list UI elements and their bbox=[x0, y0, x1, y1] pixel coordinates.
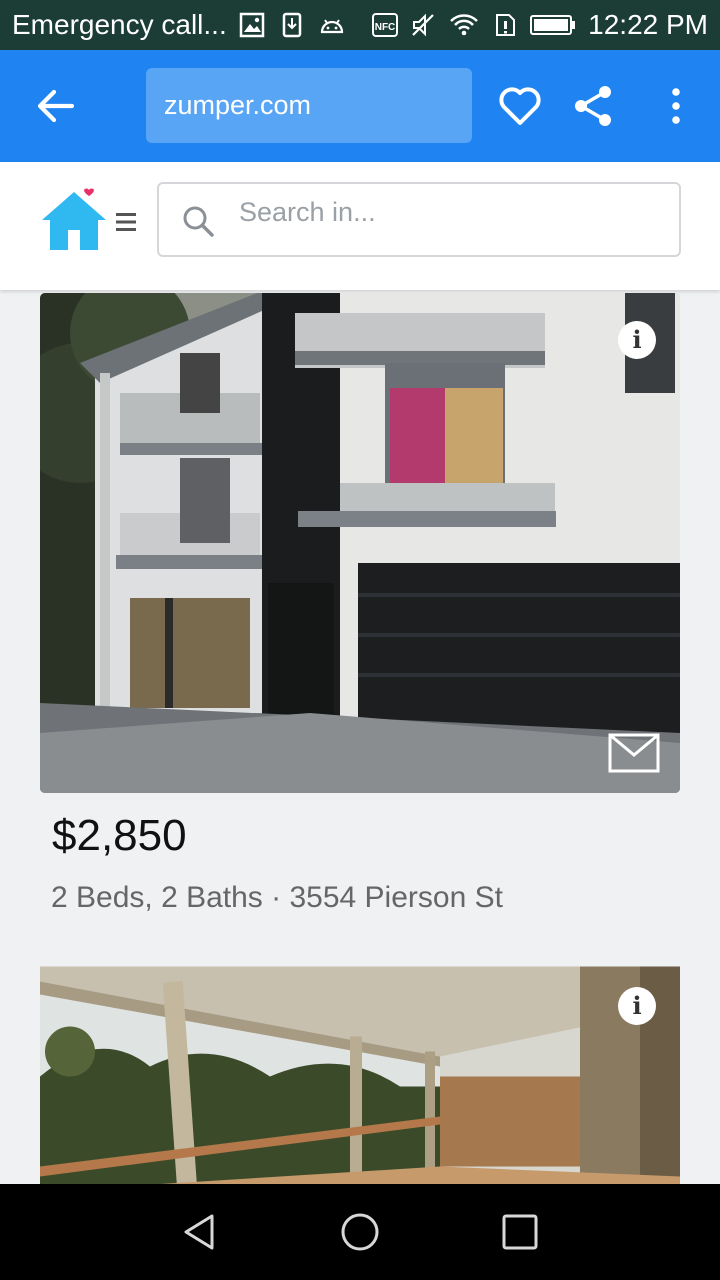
app-screen: Emergency call... NFC 12:22 PM zumper.co… bbox=[0, 0, 720, 1280]
back-arrow-icon[interactable] bbox=[34, 86, 78, 126]
share-icon[interactable] bbox=[572, 84, 614, 128]
status-right-icons: NFC 12:22 PM bbox=[372, 9, 708, 41]
svg-text:NFC: NFC bbox=[375, 22, 396, 33]
listing-details: 2 Beds, 2 Baths · 3554 Pierson St bbox=[51, 881, 503, 914]
status-time: 12:22 PM bbox=[588, 9, 708, 40]
mail-icon[interactable] bbox=[608, 733, 660, 773]
status-carrier-text: Emergency call... bbox=[12, 9, 227, 40]
status-left-icons bbox=[239, 12, 345, 38]
info-icon[interactable]: i bbox=[618, 987, 656, 1025]
image-icon bbox=[239, 12, 264, 38]
site-header bbox=[0, 162, 720, 290]
zumper-logo-icon[interactable] bbox=[40, 186, 108, 252]
battery-icon bbox=[530, 15, 576, 35]
search-input[interactable] bbox=[239, 192, 659, 232]
navigation-bar bbox=[0, 1184, 720, 1280]
search-icon bbox=[183, 206, 214, 237]
listing-card[interactable]: i bbox=[40, 959, 680, 1199]
search-box[interactable] bbox=[157, 182, 681, 257]
listing-photo[interactable] bbox=[40, 959, 680, 1199]
nav-home-icon[interactable] bbox=[340, 1212, 380, 1252]
nav-recents-icon[interactable] bbox=[500, 1212, 540, 1252]
heart-icon[interactable] bbox=[498, 85, 542, 127]
download-icon bbox=[282, 12, 301, 38]
url-bar[interactable]: zumper.com bbox=[146, 68, 472, 143]
listing-photo[interactable] bbox=[40, 293, 680, 793]
mute-icon bbox=[412, 13, 434, 37]
status-bar: Emergency call... NFC 12:22 PM bbox=[0, 0, 720, 50]
more-options-icon[interactable] bbox=[666, 86, 686, 126]
android-icon bbox=[320, 19, 343, 34]
browser-toolbar: zumper.com bbox=[0, 50, 720, 162]
info-icon[interactable]: i bbox=[618, 321, 656, 359]
nfc-icon: NFC bbox=[372, 13, 399, 37]
nav-back-icon[interactable] bbox=[180, 1212, 220, 1252]
hamburger-menu-icon[interactable] bbox=[116, 212, 136, 232]
wifi-icon bbox=[450, 14, 479, 36]
sim-alert-icon bbox=[496, 14, 516, 36]
listing-price: $2,850 bbox=[52, 811, 187, 860]
listing-card[interactable]: i $2,850 2 Beds, 2 Baths · 3554 Pierson … bbox=[40, 293, 680, 933]
